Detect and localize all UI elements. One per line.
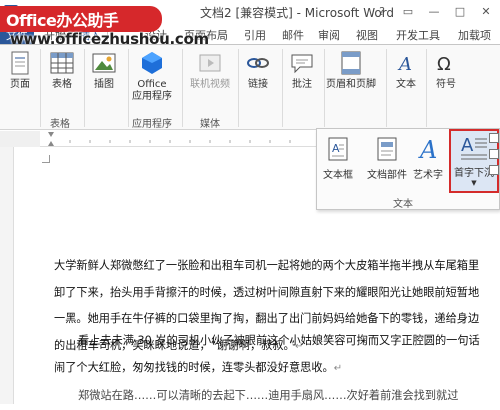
table-group-label: 表格 [50, 119, 70, 130]
paragraph-3[interactable]: 郑微站在路……可以清晰的去起下……迪用手扇风……次好着前淮会找到就过 [54, 383, 484, 410]
svg-text:A: A [332, 142, 340, 155]
date-time-icon[interactable] [489, 149, 499, 159]
text-icon: A [392, 49, 420, 77]
illustrations-label: 插图 [94, 79, 114, 90]
office-logo-badge: Office办公助手 [0, 6, 162, 32]
svg-text:A: A [397, 54, 412, 75]
illustrations-button[interactable]: 插图 [90, 49, 118, 91]
office-apps-label-1: Office [137, 79, 167, 90]
window-controls: ? ▭ — □ ✕ [372, 3, 496, 20]
comment-icon [288, 49, 316, 77]
symbol-label: 符号 [436, 79, 456, 90]
margin-corner-mark [42, 155, 50, 163]
tab-references[interactable]: 引用 [244, 27, 266, 43]
text-dropdown-panel: A 文本框 文档部件 A 艺术字 A 首字下沉 ▼ 文本 [316, 128, 500, 210]
wordart-label: 艺术字 [413, 170, 443, 181]
office-apps-button[interactable]: Office 应用程序 [132, 49, 172, 103]
header-footer-button[interactable]: 页眉和页脚 [326, 49, 376, 91]
symbol-button[interactable]: Ω 符号 [432, 49, 460, 91]
table-icon [48, 49, 76, 77]
table-label: 表格 [52, 79, 72, 90]
paragraph-2[interactable]: 看上去未满 30 岁的司机小伙子被眼前这个小姑娘笑容可掬而又字正腔圆的一句话闹了… [54, 328, 484, 382]
comment-label: 批注 [292, 79, 312, 90]
link-icon [244, 49, 272, 77]
ribbon: 页面 表格 表格 插图 Office 应用程序 应用程序 联机视频 媒体 链接 … [0, 44, 500, 130]
paragraph-mark: ↵ [333, 362, 343, 374]
textbox-label: 文本框 [323, 170, 353, 181]
pages-icon [6, 49, 34, 77]
ruler-corner [0, 131, 40, 147]
tab-addins[interactable]: 加载项 [458, 27, 491, 43]
ribbon-separator [238, 49, 239, 127]
online-video-label: 联机视频 [190, 79, 230, 90]
signature-line-icon[interactable] [489, 133, 499, 143]
ribbon-display-button[interactable]: ▭ [398, 3, 418, 20]
pages-button[interactable]: 页面 [6, 49, 34, 91]
svg-text:Ω: Ω [437, 54, 451, 75]
ribbon-separator [324, 49, 325, 127]
ribbon-separator [40, 49, 41, 127]
dropcap-icon: A [461, 135, 487, 160]
tab-mailings[interactable]: 邮件 [282, 27, 304, 43]
quickparts-label: 文档部件 [367, 170, 407, 181]
ribbon-separator [128, 49, 129, 127]
object-icon[interactable] [489, 165, 499, 175]
svg-text:A: A [418, 136, 437, 163]
link-label: 链接 [248, 79, 268, 90]
minimize-button[interactable]: — [424, 3, 444, 20]
omega-symbol-icon: Ω [432, 49, 460, 77]
ribbon-separator [182, 49, 183, 127]
textbox-button[interactable]: A 文本框 [323, 135, 353, 181]
header-footer-label: 页眉和页脚 [326, 79, 376, 90]
video-icon [196, 49, 224, 77]
horizontal-ruler [40, 131, 320, 147]
dropdown-arrow-icon: ▼ [471, 179, 477, 187]
link-button[interactable]: 链接 [244, 49, 272, 91]
header-footer-icon [337, 49, 365, 77]
wordart-icon: A [418, 136, 437, 163]
more-text-tools [489, 133, 499, 179]
pages-label: 页面 [10, 79, 30, 90]
quickparts-icon [377, 137, 397, 161]
window-title: 文档2 [兼容模式] - Microsoft Word [200, 6, 395, 20]
comment-button[interactable]: 批注 [288, 49, 316, 91]
quickparts-button[interactable]: 文档部件 [367, 135, 407, 181]
apps-group-label: 应用程序 [132, 119, 172, 130]
text-group-label: 文本 [393, 199, 413, 210]
logo-text: Office办公助手 [6, 11, 119, 30]
text-button[interactable]: A 文本 [392, 49, 420, 91]
maximize-button[interactable]: □ [450, 3, 470, 20]
tab-view[interactable]: 视图 [356, 27, 378, 43]
paragraph-2-text: 看上去未满 30 岁的司机小伙子被眼前这个小姑娘笑容可掬而又字正腔圆的一句话闹了… [54, 334, 480, 374]
office-apps-label-2: 应用程序 [132, 91, 172, 102]
textbox-icon: A [328, 137, 348, 161]
office-store-icon [138, 49, 166, 77]
ribbon-separator [84, 49, 85, 127]
wordart-button[interactable]: A 艺术字 [413, 135, 443, 181]
ribbon-separator [386, 49, 387, 127]
close-button[interactable]: ✕ [476, 3, 496, 20]
table-button[interactable]: 表格 [48, 49, 76, 91]
media-group-label: 媒体 [200, 119, 220, 130]
svg-text:A: A [461, 135, 474, 156]
online-video-button: 联机视频 [190, 49, 230, 91]
text-label: 文本 [396, 79, 416, 90]
picture-icon [90, 49, 118, 77]
vertical-ruler [0, 147, 14, 404]
dropcap-label: 首字下沉 [454, 168, 494, 179]
help-button[interactable]: ? [372, 3, 392, 20]
ribbon-separator [282, 49, 283, 127]
tab-developer[interactable]: 开发工具 [396, 27, 440, 43]
tab-review[interactable]: 审阅 [318, 27, 340, 43]
paragraph-3-text: 郑微站在路……可以清晰的去起下……迪用手扇风……次好着前淮会找到就过 [78, 389, 459, 402]
ribbon-separator [426, 49, 427, 127]
